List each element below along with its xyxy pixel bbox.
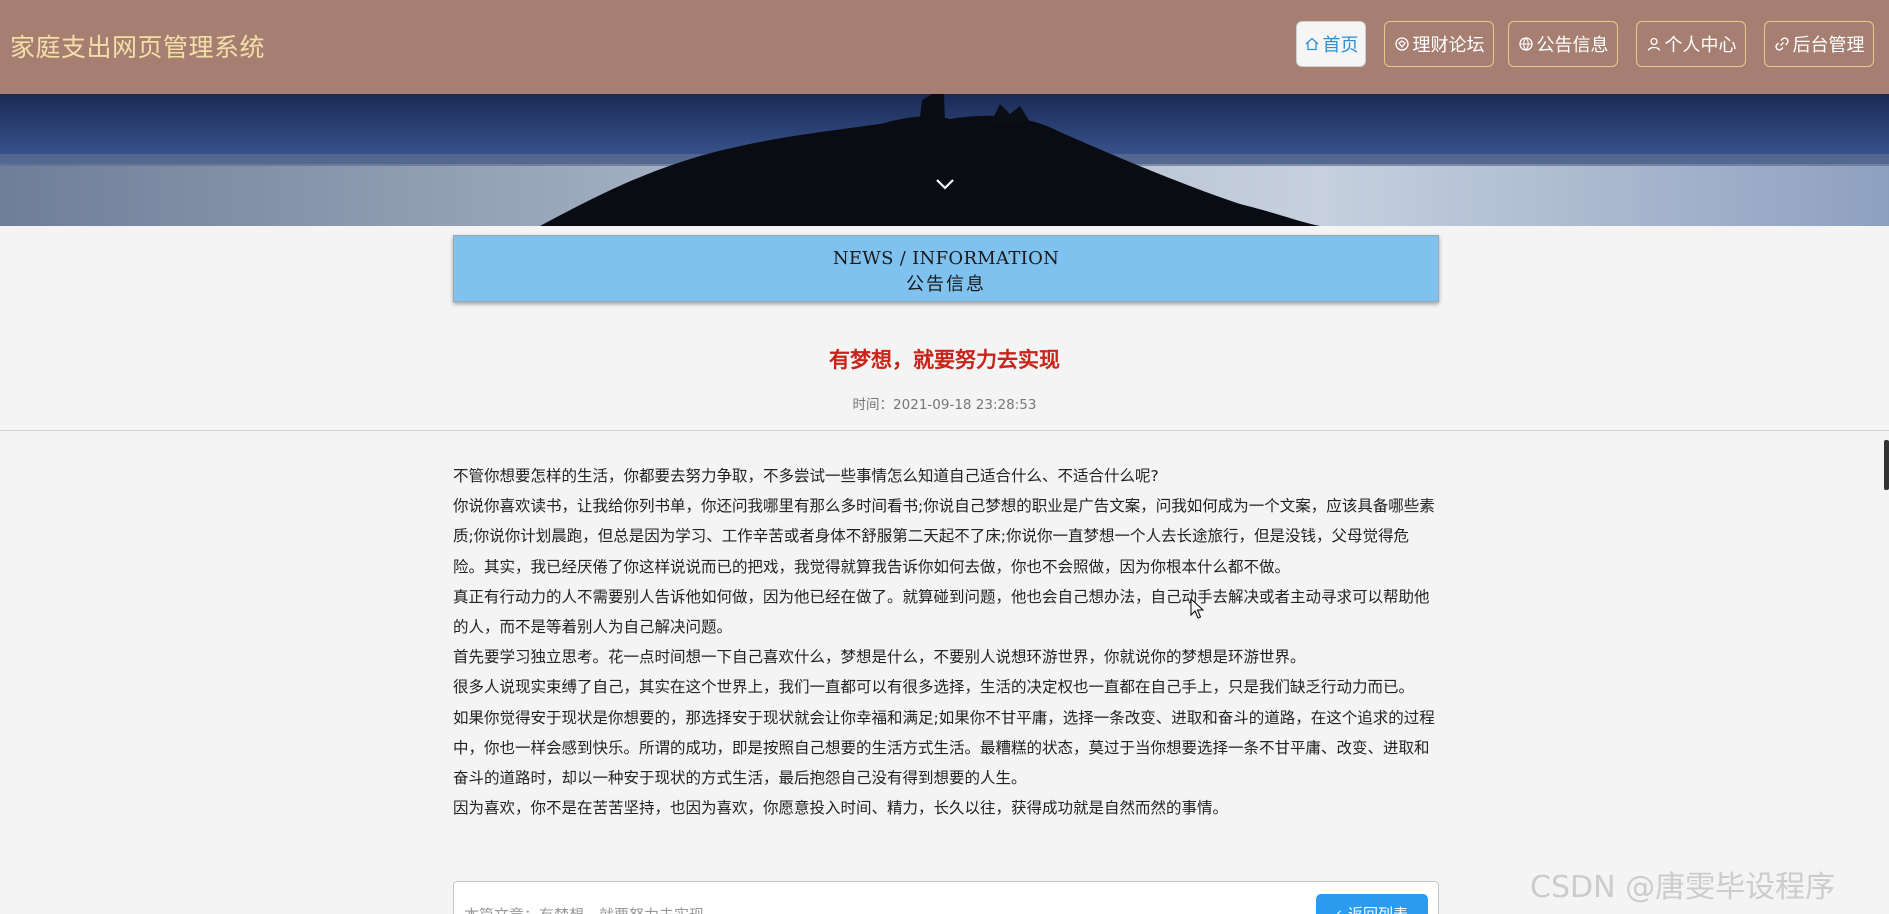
section-title-cn: 公告信息: [906, 274, 986, 295]
mouse-cursor-icon: [1190, 598, 1204, 619]
user-icon: [1647, 37, 1660, 51]
divider: [0, 430, 1889, 431]
article-time: 时间：2021-09-18 23:28:53: [852, 397, 1037, 413]
article-footer-nav: 本篇文章：有梦想，就要努力去实现 ‹ 返回列表: [453, 881, 1439, 914]
scrollbar-thumb[interactable]: [1884, 440, 1889, 490]
article-paragraph: 如果你觉得安于现状是你想要的，那选择安于现状就会让你幸福和满足;如果你不甘平庸，…: [453, 708, 1435, 788]
top-navbar: 家庭支出网页管理系统 首页 理财论坛 公告信息 个人中心 后台管理: [0, 0, 1889, 94]
globe-icon: [1518, 37, 1533, 51]
banner-image: [0, 94, 1889, 226]
article-paragraph: 不管你想要怎样的生活，你都要去努力争取，不多尝试一些事情怎么知道自己适合什么、不…: [453, 467, 1159, 485]
nav-personal-center[interactable]: 个人中心: [1636, 21, 1746, 67]
watermark: CSDN @唐雯毕设程序: [1530, 870, 1836, 905]
article-content: 不管你想要怎样的生活，你都要去努力争取，不多尝试一些事情怎么知道自己适合什么、不…: [453, 461, 1439, 823]
current-article-link[interactable]: 本篇文章：有梦想，就要努力去实现: [464, 904, 704, 914]
site-title: 家庭支出网页管理系统: [10, 33, 266, 62]
nav-admin-label: 后台管理: [1792, 35, 1865, 56]
nav-announcements-label: 公告信息: [1536, 35, 1609, 56]
nav-forum-label: 理财论坛: [1412, 35, 1485, 56]
article-title: 有梦想，就要努力去实现: [829, 348, 1060, 372]
nav-forum[interactable]: 理财论坛: [1384, 21, 1494, 67]
link-icon: [1774, 37, 1789, 51]
chevron-down-icon[interactable]: [934, 176, 956, 192]
article-paragraph: 首先要学习独立思考。花一点时间想一下自己喜欢什么，梦想是什么，不要别人说想环游世…: [453, 648, 1306, 667]
forum-icon: [1394, 37, 1409, 51]
nav-personal-center-label: 个人中心: [1664, 35, 1737, 56]
back-to-list-label: 返回列表: [1347, 904, 1408, 914]
article-paragraph: 你说你喜欢读书，让我给你列书单，你还问我哪里有那么多时间看书;你说自己梦想的职业…: [453, 497, 1435, 576]
nav-home[interactable]: 首页: [1296, 21, 1366, 67]
section-header: NEWS / INFORMATION 公告信息: [453, 235, 1439, 302]
section-title-en: NEWS / INFORMATION: [832, 248, 1060, 269]
back-to-list-button[interactable]: ‹ 返回列表: [1316, 894, 1428, 914]
nav-announcements[interactable]: 公告信息: [1508, 21, 1618, 67]
article-paragraph: 很多人说现实束缚了自己，其实在这个世界上，我们一直都可以有很多选择，生活的决定权…: [453, 678, 1415, 697]
nav-admin[interactable]: 后台管理: [1764, 21, 1874, 67]
arrow-left-icon: ‹: [1335, 904, 1342, 914]
article-paragraph: 因为喜欢，你不是在苦苦坚持，也因为喜欢，你愿意投入时间、精力，长久以往，获得成功…: [453, 799, 1229, 818]
home-icon: [1305, 37, 1318, 51]
nav-home-label: 首页: [1322, 35, 1359, 56]
article-paragraph: 真正有行动力的人不需要别人告诉他如何做，因为他已经在做了。就算碰到问题，他也会自…: [453, 587, 1430, 637]
